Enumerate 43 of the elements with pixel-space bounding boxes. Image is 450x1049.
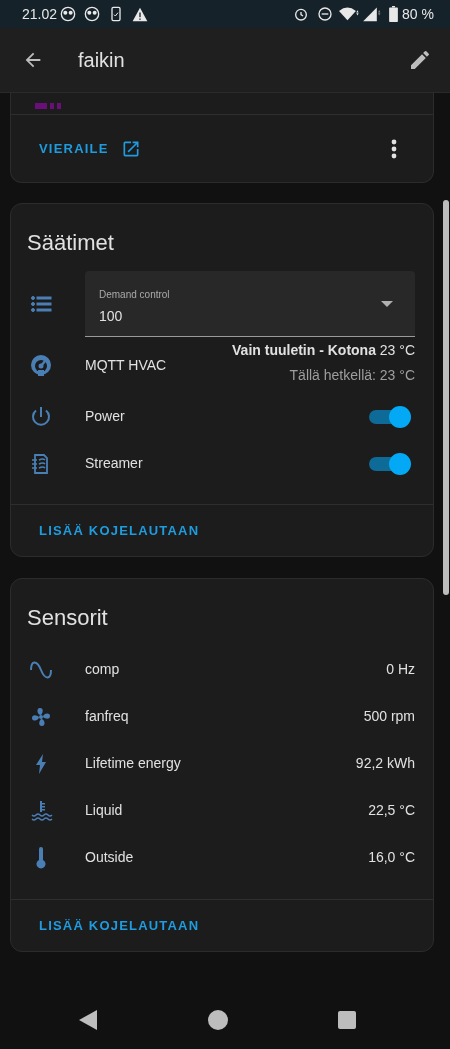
do-not-disturb-icon [317,6,334,22]
page-title: faikin [78,48,125,73]
sensor-name: fanfreq [85,707,129,726]
sensor-value: 0 Hz [386,660,415,679]
home-icon[interactable] [208,1009,228,1030]
pencil-icon[interactable] [408,48,432,72]
add-to-dashboard-button[interactable]: LISÄÄ KOJELAUTAAN [39,915,200,936]
alarm-icon [293,6,310,22]
card-title: Sensorit [26,604,109,632]
sensor-value: 500 rpm [363,707,415,726]
battery-text: 80 % [402,4,434,24]
dropdown-caret-icon [381,301,393,307]
sensor-name: Liquid [85,801,123,820]
entity-name: Power [85,407,125,426]
sensor-value: 22,5 °C [368,801,415,820]
signal-icon [363,6,382,22]
coolant-temperature-icon [29,798,53,823]
visit-link[interactable]: VIERAILE [39,138,141,159]
more-icon[interactable] [391,138,397,159]
back-icon[interactable] [79,1009,97,1030]
sensor-name: Lifetime energy [85,754,181,773]
current-temperature: Tällä hetkellä: 23 °C [288,366,415,385]
sensor-value: 16,0 °C [368,848,415,867]
wifi-icon [339,6,360,22]
toggle-switch[interactable] [369,452,411,475]
battery-icon [389,6,399,22]
power-icon [29,404,53,429]
entity-name: Streamer [85,454,143,473]
climate-state: Vain tuuletin - Kotona 23 °C [232,341,415,360]
sensor-name: Outside [85,848,134,867]
gauge-icon [29,353,53,377]
select-field[interactable]: Demand control 100 [85,271,415,337]
warning-icon [132,6,149,22]
recents-icon[interactable] [338,1010,356,1029]
phone-icon [110,6,123,22]
toggle-switch[interactable] [369,405,411,428]
entity-name: MQTT HVAC [85,355,167,375]
card-title: Säätimet [26,229,115,257]
sensor-value: 92,2 kWh [355,754,415,773]
sensor-name: comp [85,660,120,679]
add-to-dashboard-button[interactable]: LISÄÄ KOJELAUTAAN [39,520,200,541]
scrollbar[interactable] [443,200,449,595]
clock-text: 21.02 [22,4,58,24]
